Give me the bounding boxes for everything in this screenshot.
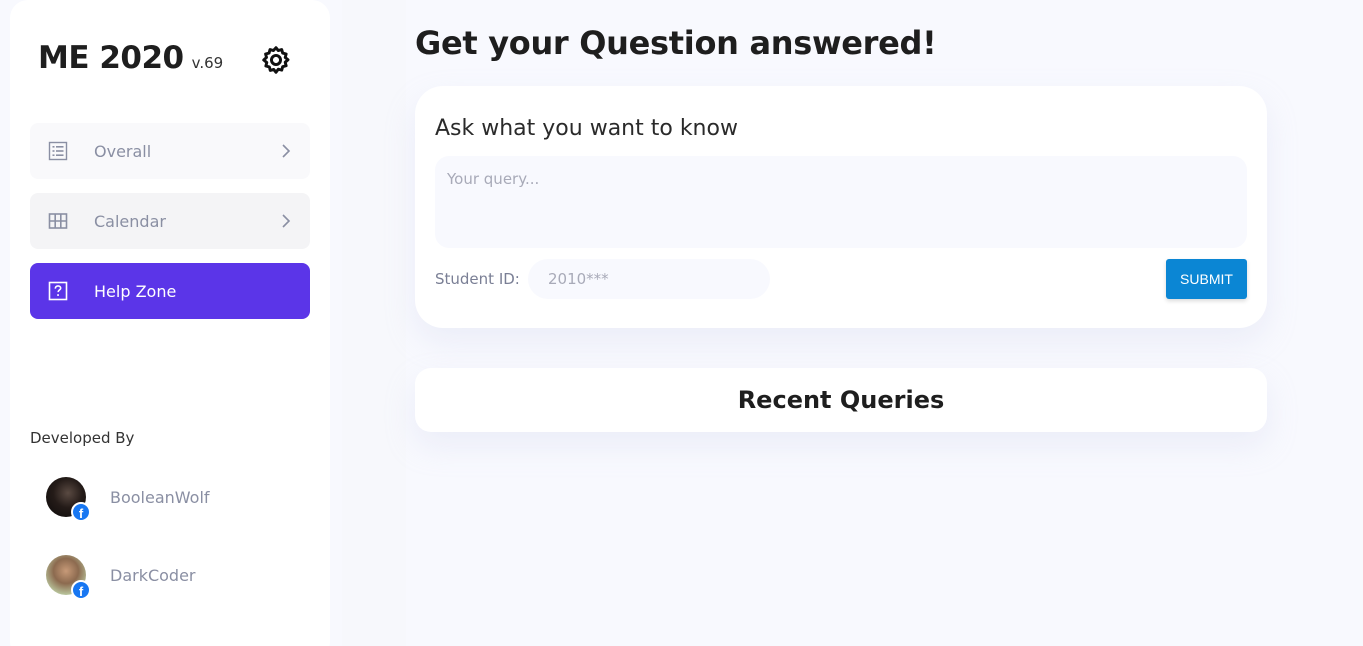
query-input[interactable] [435,156,1247,248]
avatar: f [46,477,91,522]
divider-panel [342,0,406,646]
developer-link[interactable]: f BooleanWolf [46,477,210,522]
developers-heading: Developed By [30,429,135,447]
submit-button[interactable]: SUBMIT [1166,259,1247,299]
gear-icon[interactable] [260,44,292,76]
facebook-icon: f [71,580,91,600]
chevron-right-icon [282,214,291,228]
ask-heading: Ask what you want to know [435,116,738,141]
sidebar-item-overall[interactable]: Overall [30,123,310,179]
app-root: ME 2020 v.69 Overall Calendar Help Zone … [0,0,1363,646]
sidebar-item-label: Overall [94,141,152,161]
grid-icon [48,213,68,229]
student-id-label: Student ID: [435,270,520,288]
page-title: Get your Question answered! [415,24,937,62]
sidebar-item-label: Help Zone [94,281,177,301]
recent-queries-title: Recent Queries [737,386,945,414]
sidebar-item-label: Calendar [94,211,166,231]
developer-link[interactable]: f DarkCoder [46,555,196,600]
developer-name: DarkCoder [110,565,196,585]
sidebar-item-calendar[interactable]: Calendar [30,193,310,249]
facebook-icon: f [71,502,91,522]
question-icon [48,281,68,301]
sidebar-item-help-zone[interactable]: Help Zone [30,263,310,319]
recent-queries-card: Recent Queries [415,368,1267,432]
avatar: f [46,555,91,600]
app-title: ME 2020 [38,40,184,76]
brand: ME 2020 v.69 [38,40,223,76]
app-version: v.69 [191,54,224,72]
ask-card: Ask what you want to know Student ID: SU… [415,86,1267,328]
list-icon [48,141,68,161]
chevron-right-icon [282,144,291,158]
student-id-input[interactable] [528,259,770,299]
developer-name: BooleanWolf [110,487,210,507]
sidebar: ME 2020 v.69 Overall Calendar Help Zone … [10,0,330,646]
